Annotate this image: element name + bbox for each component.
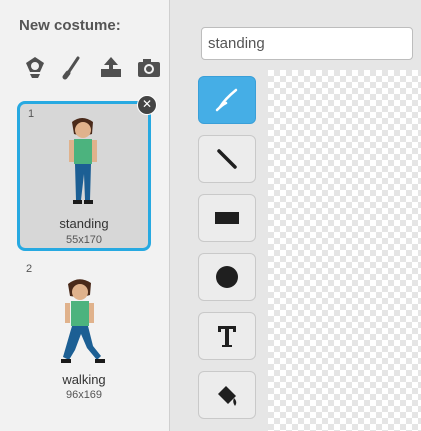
costume-item-walking[interactable]: 2 walking 96x169 xyxy=(17,260,151,410)
fill-tool[interactable] xyxy=(198,371,256,419)
costume-size: 96x169 xyxy=(65,389,103,401)
ellipse-tool-icon xyxy=(216,266,238,288)
standing-sprite-icon xyxy=(69,118,97,204)
costume-name: walking xyxy=(62,372,106,387)
costume-number: 2 xyxy=(26,263,33,275)
text-tool[interactable] xyxy=(198,312,256,360)
costume-name-input[interactable] xyxy=(201,27,413,60)
costume-item-standing[interactable]: 1 ✕ standing 55x170 xyxy=(17,95,157,251)
fill-tool-icon xyxy=(218,386,237,406)
costume-list-panel: New costume: 1 ✕ standing 55x170 2 walki… xyxy=(0,0,170,431)
new-costume-tools xyxy=(22,54,162,80)
costume-number: 1 xyxy=(28,108,35,120)
brush-tool[interactable] xyxy=(198,76,256,124)
upload-costume-icon[interactable] xyxy=(98,54,124,80)
rectangle-tool-icon xyxy=(215,212,239,224)
paint-new-costume-icon[interactable] xyxy=(22,54,48,80)
line-tool-icon xyxy=(217,149,237,169)
rectangle-tool[interactable] xyxy=(198,194,256,242)
walking-sprite-icon xyxy=(61,279,105,363)
paint-editor xyxy=(174,0,421,431)
costume-name: standing xyxy=(59,216,109,231)
paint-tools xyxy=(198,76,256,430)
delete-costume-button[interactable]: ✕ xyxy=(137,95,157,115)
new-costume-label: New costume: xyxy=(19,17,121,34)
brush-icon[interactable] xyxy=(60,54,86,80)
costume-size: 55x170 xyxy=(65,234,103,246)
paint-canvas[interactable] xyxy=(268,70,421,431)
line-tool[interactable] xyxy=(198,135,256,183)
brush-tool-icon xyxy=(215,88,238,112)
text-tool-icon xyxy=(218,326,236,347)
ellipse-tool[interactable] xyxy=(198,253,256,301)
camera-icon[interactable] xyxy=(136,54,162,80)
